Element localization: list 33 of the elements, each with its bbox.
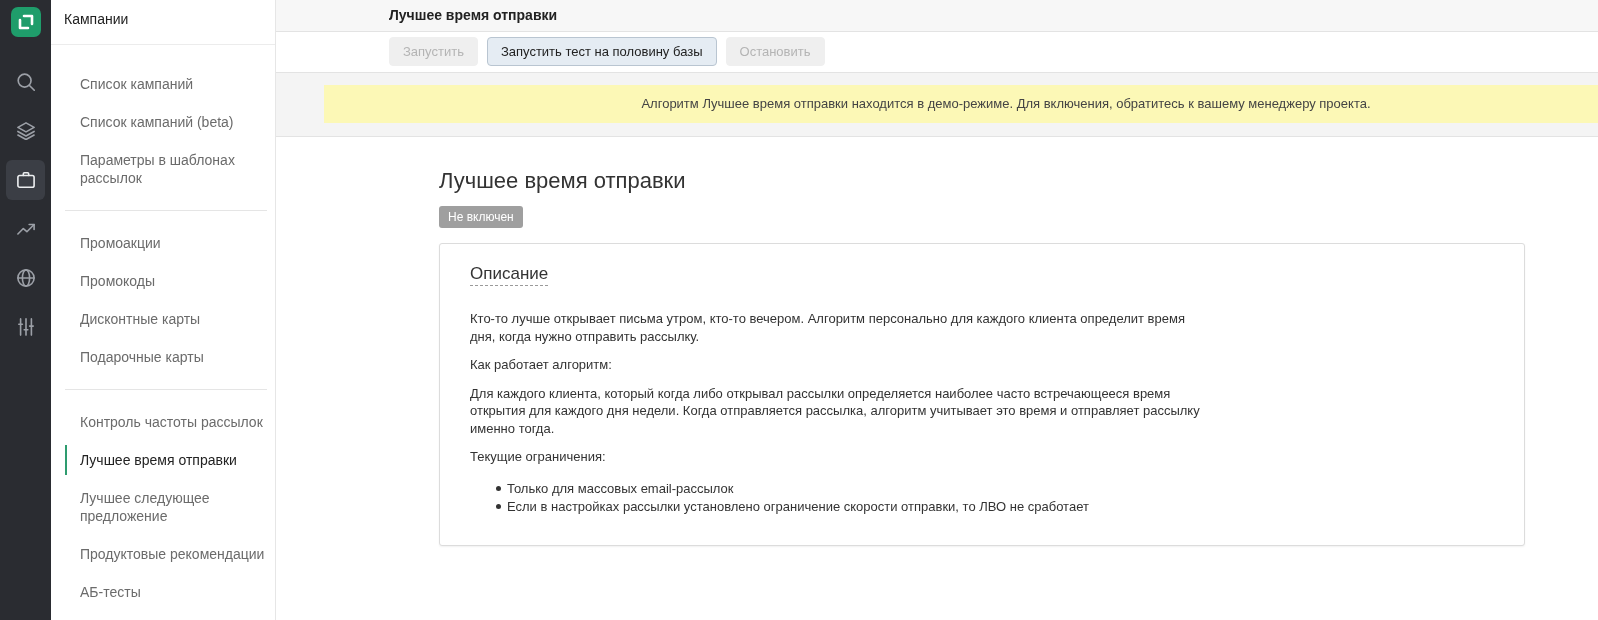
list-item-text: Если в настройках рассылки установлено ограничение скорости отправки, то ЛВО не сработает	[507, 497, 1089, 516]
sidebar-item[interactable]: Продуктовые рекомендации	[65, 539, 267, 569]
list-item-text: Только для массовых email-рассылок	[507, 479, 734, 498]
demo-mode-notice: Алгоритм Лучшее время отправки находится в демо-режиме. Для включения, обратитесь к вашему менеджеру проекта.	[324, 85, 1598, 123]
section-heading: Описание	[470, 263, 549, 286]
globe-icon[interactable]	[16, 269, 35, 287]
description-text: Текущие ограничения:	[470, 448, 607, 466]
sliders-icon[interactable]	[16, 318, 35, 336]
page-title: Лучшее время отправки	[389, 7, 558, 23]
sidebar-item[interactable]: АБ-тесты	[65, 577, 267, 607]
sidebar-item[interactable]: Лучшее следующее предложение	[65, 483, 267, 531]
logo-icon[interactable]	[10, 7, 41, 37]
bullet-icon	[496, 504, 501, 509]
sidebar-item[interactable]: Список кампаний (beta)	[65, 107, 267, 137]
description-text: Как работает алгоритм:	[470, 356, 613, 374]
feature-title: Лучшее время отправки	[439, 167, 687, 195]
sidebar-item[interactable]: Промокоды	[65, 266, 267, 296]
sidebar-item[interactable]: Дисконтные карты	[65, 304, 267, 334]
description-text: Кто-то лучше открывает письма утром, кто-то вечером. Алгоритм персонально для каждого клиента определит время дня, когда нужно отправить рассылку.	[470, 310, 1186, 345]
briefcase-icon[interactable]	[6, 160, 45, 200]
status-badge: Не включен	[439, 206, 523, 228]
search-icon[interactable]	[16, 73, 35, 91]
bullet-icon	[496, 486, 501, 491]
sidebar-item[interactable]: Контроль частоты рассылок	[65, 407, 267, 437]
sidebar-item[interactable]: Подарочные карты	[65, 342, 267, 372]
half-base-test-button[interactable]: Запустить тест на половину базы	[486, 37, 717, 66]
sidebar-item[interactable]: Список кампаний	[65, 69, 267, 99]
description-text: Для каждого клиента, который когда либо открывал рассылки определяется наиболее часто встречающееся время открытия для каждого дня недели. Когда отправляется рассылка, алгоритм учитывает это время и отправляет рассылку именно тогда.	[470, 384, 1200, 437]
sidebar-item[interactable]: Промоакции	[65, 228, 267, 258]
sidebar-item[interactable]: Параметры в шаблонах рассылок	[65, 145, 267, 193]
sidebar-item[interactable]: Лучшее время отправки	[65, 445, 267, 475]
layers-icon[interactable]	[16, 122, 35, 140]
sidebar-title: Кампании	[64, 11, 129, 27]
